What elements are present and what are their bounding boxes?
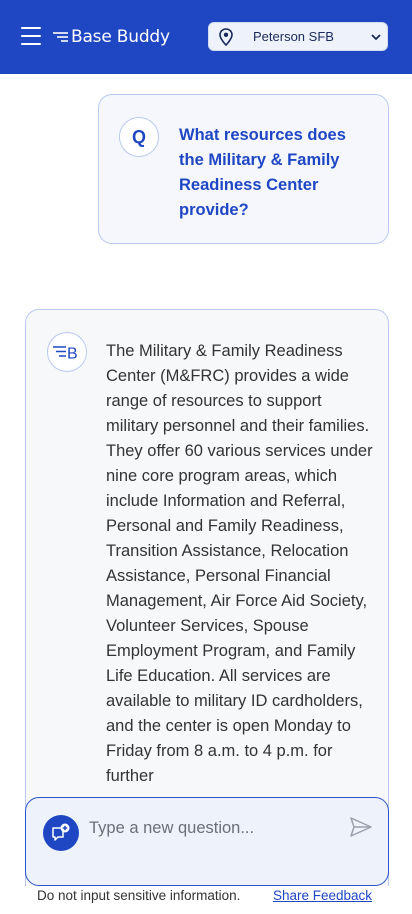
app-root: Base Buddy Peterson SFB Q What resources… xyxy=(0,0,412,914)
answer-text: The Military & Family Readiness Center (… xyxy=(106,342,373,785)
app-title: Base Buddy xyxy=(71,27,170,47)
question-input[interactable] xyxy=(89,816,339,840)
question-avatar: Q xyxy=(119,117,159,157)
top-bar: Base Buddy Peterson SFB xyxy=(0,0,412,74)
share-feedback-link[interactable]: Share Feedback xyxy=(273,888,372,903)
chat-bubble-plus-icon xyxy=(52,823,70,841)
question-input-bar xyxy=(25,797,389,886)
speed-lines-logo-icon xyxy=(53,32,68,42)
chevron-down-icon xyxy=(371,34,381,41)
hamburger-menu-icon[interactable] xyxy=(21,27,41,45)
question-text: What resources does the Military & Famil… xyxy=(179,126,346,219)
question-card: Q What resources does the Military & Fam… xyxy=(98,94,389,244)
selected-base-value: Peterson SFB xyxy=(253,29,334,44)
send-icon[interactable] xyxy=(349,816,373,838)
answer-avatar-letter: B xyxy=(67,346,78,361)
app-logo[interactable]: Base Buddy xyxy=(53,24,170,50)
answer-avatar: B xyxy=(47,332,87,372)
location-pin-icon xyxy=(219,28,233,46)
base-selector-dropdown[interactable]: Peterson SFB xyxy=(208,22,388,51)
footer: Do not input sensitive information. Shar… xyxy=(0,886,412,914)
sensitive-info-notice: Do not input sensitive information. xyxy=(37,888,241,903)
new-chat-icon[interactable] xyxy=(43,815,79,851)
base-buddy-b-icon: B xyxy=(53,346,78,361)
